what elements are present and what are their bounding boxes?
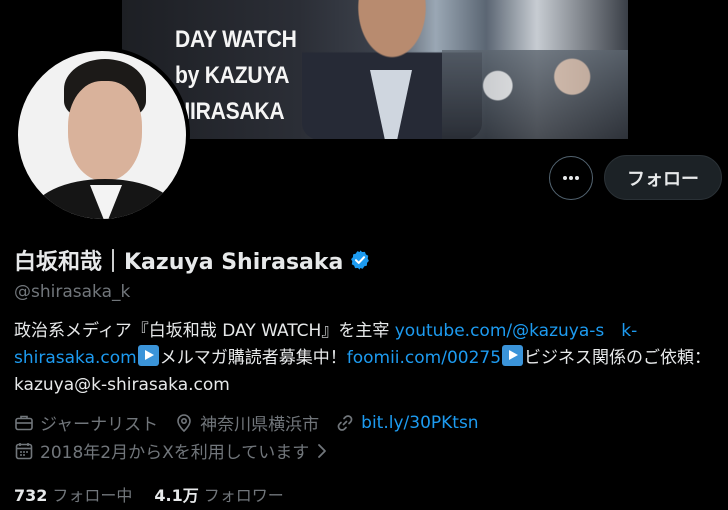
profile-bio: 政治系メディア『白坂和哉 DAY WATCH』を主宰 youtube.com/@… (14, 318, 720, 399)
following-count: 732 (14, 486, 48, 505)
website-item: bit.ly/30PKtsn (335, 413, 479, 433)
avatar[interactable] (14, 47, 190, 223)
display-name: 白坂和哉｜Kazuya Shirasaka (14, 250, 344, 275)
website-link[interactable]: bit.ly/30PKtsn (361, 413, 478, 433)
bio-text-1: 政治系メディア『白坂和哉 DAY WATCH』を主宰 (14, 321, 395, 341)
followers-count: 4.1万 (154, 486, 199, 505)
following-label: フォロー中 (52, 486, 133, 505)
avatar-face (68, 81, 142, 181)
follow-button[interactable]: フォロー (604, 155, 722, 200)
link-icon (337, 414, 353, 431)
joined-item[interactable]: 2018年2月からXを利用しています (14, 438, 329, 463)
bio-text-2: メルマガ購読者募集中！ (159, 348, 347, 368)
bio-link-youtube[interactable]: youtube.com/@kazuya-s (395, 321, 605, 341)
more-dots-icon (563, 176, 579, 180)
play-button-icon (502, 345, 524, 366)
bio-link-foomii[interactable]: foomii.com/00275 (347, 348, 501, 368)
occupation-item: ジャーナリスト (14, 410, 158, 435)
briefcase-icon (15, 415, 33, 430)
chevron-right-icon (318, 443, 327, 458)
location-text: 神奈川県横浜市 (200, 415, 320, 435)
follow-stats: 732 フォロー中 4.1万 フォロワー (14, 482, 284, 506)
more-options-button[interactable] (549, 156, 593, 200)
joined-text: 2018年2月からXを利用しています (40, 443, 310, 463)
bio-gap (604, 321, 621, 341)
banner-title: DAY WATCH by KAZUYA HIRASAKA (175, 22, 297, 130)
joined-row[interactable]: 2018年2月からXを利用しています (14, 438, 345, 463)
followers-label: フォロワー (203, 486, 284, 505)
following-stat[interactable]: 732 フォロー中 (14, 482, 132, 506)
occupation-text: ジャーナリスト (40, 415, 159, 435)
banner-line-2: by KAZUYA (175, 62, 290, 89)
location-pin-icon (177, 413, 191, 432)
followers-stat[interactable]: 4.1万 フォロワー (154, 482, 283, 506)
name-row: 白坂和哉｜Kazuya Shirasaka (14, 244, 371, 276)
profile-meta-row: ジャーナリスト 神奈川県横浜市 bit.ly/30PKtsn (14, 410, 495, 435)
play-button-icon (137, 345, 159, 366)
user-handle: @shirasaka_k (14, 282, 131, 302)
location-item: 神奈川県横浜市 (174, 410, 319, 435)
banner-line-3: HIRASAKA (175, 98, 285, 125)
banner-crowd (442, 50, 628, 139)
banner-line-1: DAY WATCH (175, 26, 297, 53)
calendar-icon (15, 442, 33, 459)
verified-badge-icon[interactable] (349, 249, 371, 271)
